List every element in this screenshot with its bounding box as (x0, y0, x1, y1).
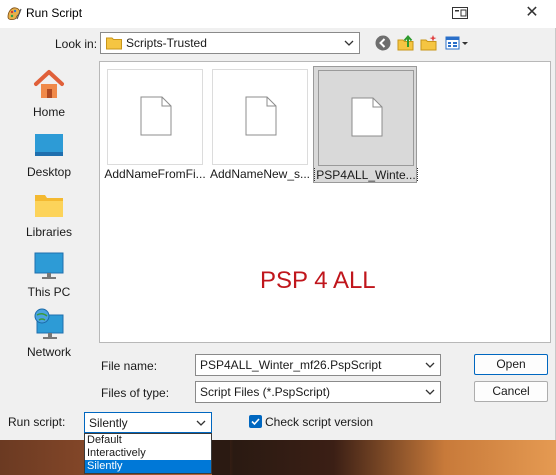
file-name: AddNameFromFi... (104, 167, 206, 181)
places-label: Libraries (25, 225, 73, 239)
file-name: PSP4ALL_Winte... (314, 168, 418, 182)
file-thumbnail (318, 70, 414, 166)
open-button[interactable]: Open (474, 354, 548, 375)
chevron-down-icon (344, 40, 354, 46)
document-icon (245, 96, 277, 136)
file-item[interactable]: AddNameNew_s... (208, 66, 312, 183)
home-icon (34, 70, 64, 98)
chevron-down-icon (196, 420, 206, 426)
check-version-label[interactable]: Check script version (265, 415, 373, 429)
run-script-dropdown[interactable]: Silently (84, 412, 212, 433)
look-in-dropdown[interactable]: Scripts-Trusted (100, 32, 360, 54)
checkmark-icon (251, 418, 260, 426)
view-menu-icon[interactable] (445, 34, 469, 52)
up-folder-icon[interactable] (397, 34, 415, 52)
run-script-option-selected[interactable]: Silently (85, 460, 211, 473)
places-label: Desktop (26, 165, 72, 179)
context-help-icon[interactable] (452, 7, 468, 19)
file-name: AddNameNew_s... (209, 167, 311, 181)
title-bar: Run Script ✕ (0, 0, 556, 28)
places-label: This PC (27, 285, 71, 299)
file-name-value: PSP4ALL_Winter_mf26.PspScript (200, 358, 382, 372)
document-icon (351, 97, 383, 137)
app-palette-icon (7, 7, 22, 20)
run-script-options-list: Default Interactively Silently (84, 433, 212, 474)
file-thumbnail (107, 69, 203, 165)
check-version-checkbox[interactable] (249, 415, 262, 428)
window-title: Run Script (26, 6, 83, 20)
document-icon (140, 96, 172, 136)
places-bar: Home Desktop Libraries This PC Network (6, 60, 92, 432)
run-script-value: Silently (89, 416, 128, 430)
look-in-label: Look in: (55, 37, 98, 51)
look-in-value: Scripts-Trusted (126, 36, 207, 50)
new-folder-icon[interactable] (420, 34, 438, 52)
back-icon[interactable] (374, 34, 392, 52)
close-icon[interactable]: ✕ (520, 3, 544, 23)
watermark-text: PSP 4 ALL (260, 267, 376, 294)
files-of-type-value: Script Files (*.PspScript) (200, 385, 331, 399)
places-item-network[interactable]: Network (6, 304, 92, 362)
run-script-label: Run script: (8, 415, 66, 429)
file-list[interactable]: AddNameFromFi... AddNameNew_s... PSP4ALL… (99, 61, 551, 343)
file-item-selected[interactable]: PSP4ALL_Winte... (313, 66, 418, 183)
places-label: Home (32, 105, 65, 119)
chevron-down-icon[interactable] (423, 358, 437, 372)
libraries-icon (35, 195, 63, 217)
this-pc-icon (34, 252, 64, 279)
places-label: Network (26, 345, 71, 359)
places-item-home[interactable]: Home (6, 64, 92, 122)
file-name-label: File name: (101, 359, 158, 373)
places-item-libraries[interactable]: Libraries (6, 184, 92, 242)
places-item-this-pc[interactable]: This PC (6, 244, 92, 302)
files-of-type-dropdown[interactable]: Script Files (*.PspScript) (195, 381, 441, 403)
run-script-option[interactable]: Interactively (85, 447, 211, 460)
folder-icon (106, 37, 122, 50)
desktop-icon (35, 134, 63, 156)
network-icon (34, 308, 64, 339)
file-thumbnail (212, 69, 308, 165)
chevron-down-icon (425, 389, 435, 395)
run-script-option[interactable]: Default (85, 434, 211, 447)
files-of-type-label: Files of type: (101, 386, 170, 400)
places-item-desktop[interactable]: Desktop (6, 124, 92, 182)
run-script-dialog: Run Script ✕ Look in: Scripts-Trusted Ho… (0, 0, 556, 440)
cancel-button[interactable]: Cancel (474, 381, 548, 402)
file-item[interactable]: AddNameFromFi... (103, 66, 207, 183)
file-name-input[interactable]: PSP4ALL_Winter_mf26.PspScript (195, 354, 441, 376)
